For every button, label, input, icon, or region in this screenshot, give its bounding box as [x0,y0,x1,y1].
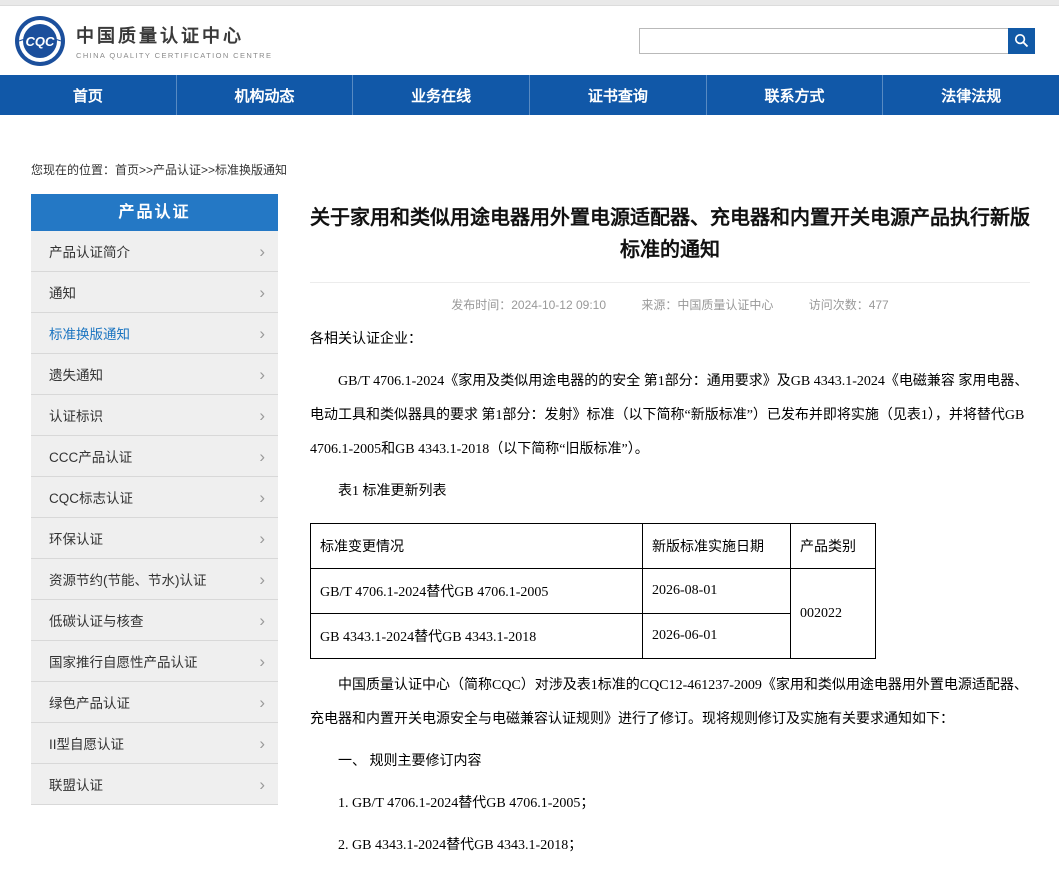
nav-item-online[interactable]: 业务在线 [352,75,529,115]
sidebar-item-alliance[interactable]: 联盟认证 › [31,764,278,805]
greeting-line: 各相关认证企业： [310,323,1030,357]
article-meta: 发布时间：2024-10-12 09:10 来源：中国质量认证中心 访问次数：4… [310,282,1030,313]
chevron-right-icon: › [259,366,265,383]
col-header-change: 标准变更情况 [311,524,643,569]
sidebar-item-intro[interactable]: 产品认证简介 › [31,231,278,272]
standards-table: 标准变更情况 新版标准实施日期 产品类别 GB/T 4706.1-2024替代G… [310,523,876,659]
sidebar-item-resource-saving[interactable]: 资源节约(节能、节水)认证 › [31,559,278,600]
chevron-right-icon: › [259,694,265,711]
chevron-right-icon: › [259,735,265,752]
sidebar-item-cert-mark[interactable]: 认证标识 › [31,395,278,436]
nav-item-contact[interactable]: 联系方式 [706,75,883,115]
chevron-right-icon: › [259,530,265,547]
paragraph-1: GB/T 4706.1-2024《家用及类似用途电器的的安全 第1部分：通用要求… [310,365,1030,467]
chevron-right-icon: › [259,571,265,588]
cell-change-1: GB/T 4706.1-2024替代GB 4706.1-2005 [311,569,643,614]
chevron-right-icon: › [259,407,265,424]
org-name-en: CHINA QUALITY CERTIFICATION CENTRE [76,51,272,60]
sidebar-item-standard-change[interactable]: 标准换版通知 › [31,313,278,354]
sidebar-item-green-product[interactable]: 绿色产品认证 › [31,682,278,723]
sidebar: 产品认证 产品认证简介 › 通知 › 标准换版通知 › 遗失通知 › 认证标识 … [31,194,278,805]
chevron-right-icon: › [259,489,265,506]
paragraph-2: 中国质量认证中心（简称CQC）对涉及表1标准的CQC12-461237-2009… [310,669,1030,737]
article: 关于家用和类似用途电器用外置电源适配器、充电器和内置开关电源产品执行新版标准的通… [310,194,1030,871]
nav-item-home[interactable]: 首页 [0,75,176,115]
chevron-right-icon: › [259,325,265,342]
main-nav: 首页 机构动态 业务在线 证书查询 联系方式 法律法规 [0,75,1059,115]
site-header: CQC 中国质量认证中心 CHINA QUALITY CERTIFICATION… [0,6,1059,75]
sidebar-item-lost-notice[interactable]: 遗失通知 › [31,354,278,395]
logo-text: CQC [26,34,56,49]
sidebar-item-notice[interactable]: 通知 › [31,272,278,313]
cell-category: 002022 [791,569,876,659]
breadcrumb-path[interactable]: 首页>>产品认证>>标准换版通知 [115,163,287,177]
breadcrumb: 您现在的位置：首页>>产品认证>>标准换版通知 [31,161,1059,178]
chevron-right-icon: › [259,612,265,629]
chevron-right-icon: › [259,284,265,301]
search-input[interactable] [639,28,1008,54]
article-body: 各相关认证企业： GB/T 4706.1-2024《家用及类似用途电器的的安全 … [310,323,1030,863]
sidebar-item-national-voluntary[interactable]: 国家推行自愿性产品认证 › [31,641,278,682]
table-caption: 表1 标准更新列表 [310,475,1030,509]
page-title: 关于家用和类似用途电器用外置电源适配器、充电器和内置开关电源产品执行新版标准的通… [310,202,1030,266]
visit-count: 访问次数：477 [809,298,889,312]
chevron-right-icon: › [259,653,265,670]
publish-time: 发布时间：2024-10-12 09:10 [451,298,606,312]
sidebar-title: 产品认证 [31,194,278,231]
cqc-logo-icon: CQC [14,15,66,67]
source: 来源：中国质量认证中心 [641,298,773,312]
sidebar-item-low-carbon[interactable]: 低碳认证与核查 › [31,600,278,641]
chevron-right-icon: › [259,776,265,793]
nav-item-news[interactable]: 机构动态 [176,75,353,115]
table-header-row: 标准变更情况 新版标准实施日期 产品类别 [311,524,876,569]
col-header-category: 产品类别 [791,524,876,569]
chevron-right-icon: › [259,243,265,260]
cell-change-2: GB 4343.1-2024替代GB 4343.1-2018 [311,614,643,659]
search-icon [1014,33,1029,48]
cell-date-1: 2026-08-01 [643,569,791,614]
sidebar-item-ccc[interactable]: CCC产品认证 › [31,436,278,477]
nav-item-law[interactable]: 法律法规 [882,75,1059,115]
sidebar-item-type2-voluntary[interactable]: II型自愿认证 › [31,723,278,764]
org-names: 中国质量认证中心 CHINA QUALITY CERTIFICATION CEN… [76,22,272,60]
list-item-1: 1. GB/T 4706.1-2024替代GB 4706.1-2005； [310,787,1030,821]
nav-item-cert-query[interactable]: 证书查询 [529,75,706,115]
sidebar-item-cqc-mark[interactable]: CQC标志认证 › [31,477,278,518]
content: 产品认证 产品认证简介 › 通知 › 标准换版通知 › 遗失通知 › 认证标识 … [0,194,1059,871]
search-box [639,28,1035,54]
list-item-2: 2. GB 4343.1-2024替代GB 4343.1-2018； [310,829,1030,863]
section-heading: 一、 规则主要修订内容 [310,745,1030,779]
org-name-cn: 中国质量认证中心 [76,22,272,48]
search-button[interactable] [1008,28,1035,54]
brand[interactable]: CQC 中国质量认证中心 CHINA QUALITY CERTIFICATION… [14,15,272,67]
breadcrumb-label: 您现在的位置： [31,163,115,177]
chevron-right-icon: › [259,448,265,465]
table-row: GB/T 4706.1-2024替代GB 4706.1-2005 2026-08… [311,569,876,614]
sidebar-item-eco[interactable]: 环保认证 › [31,518,278,559]
col-header-date: 新版标准实施日期 [643,524,791,569]
cell-date-2: 2026-06-01 [643,614,791,659]
